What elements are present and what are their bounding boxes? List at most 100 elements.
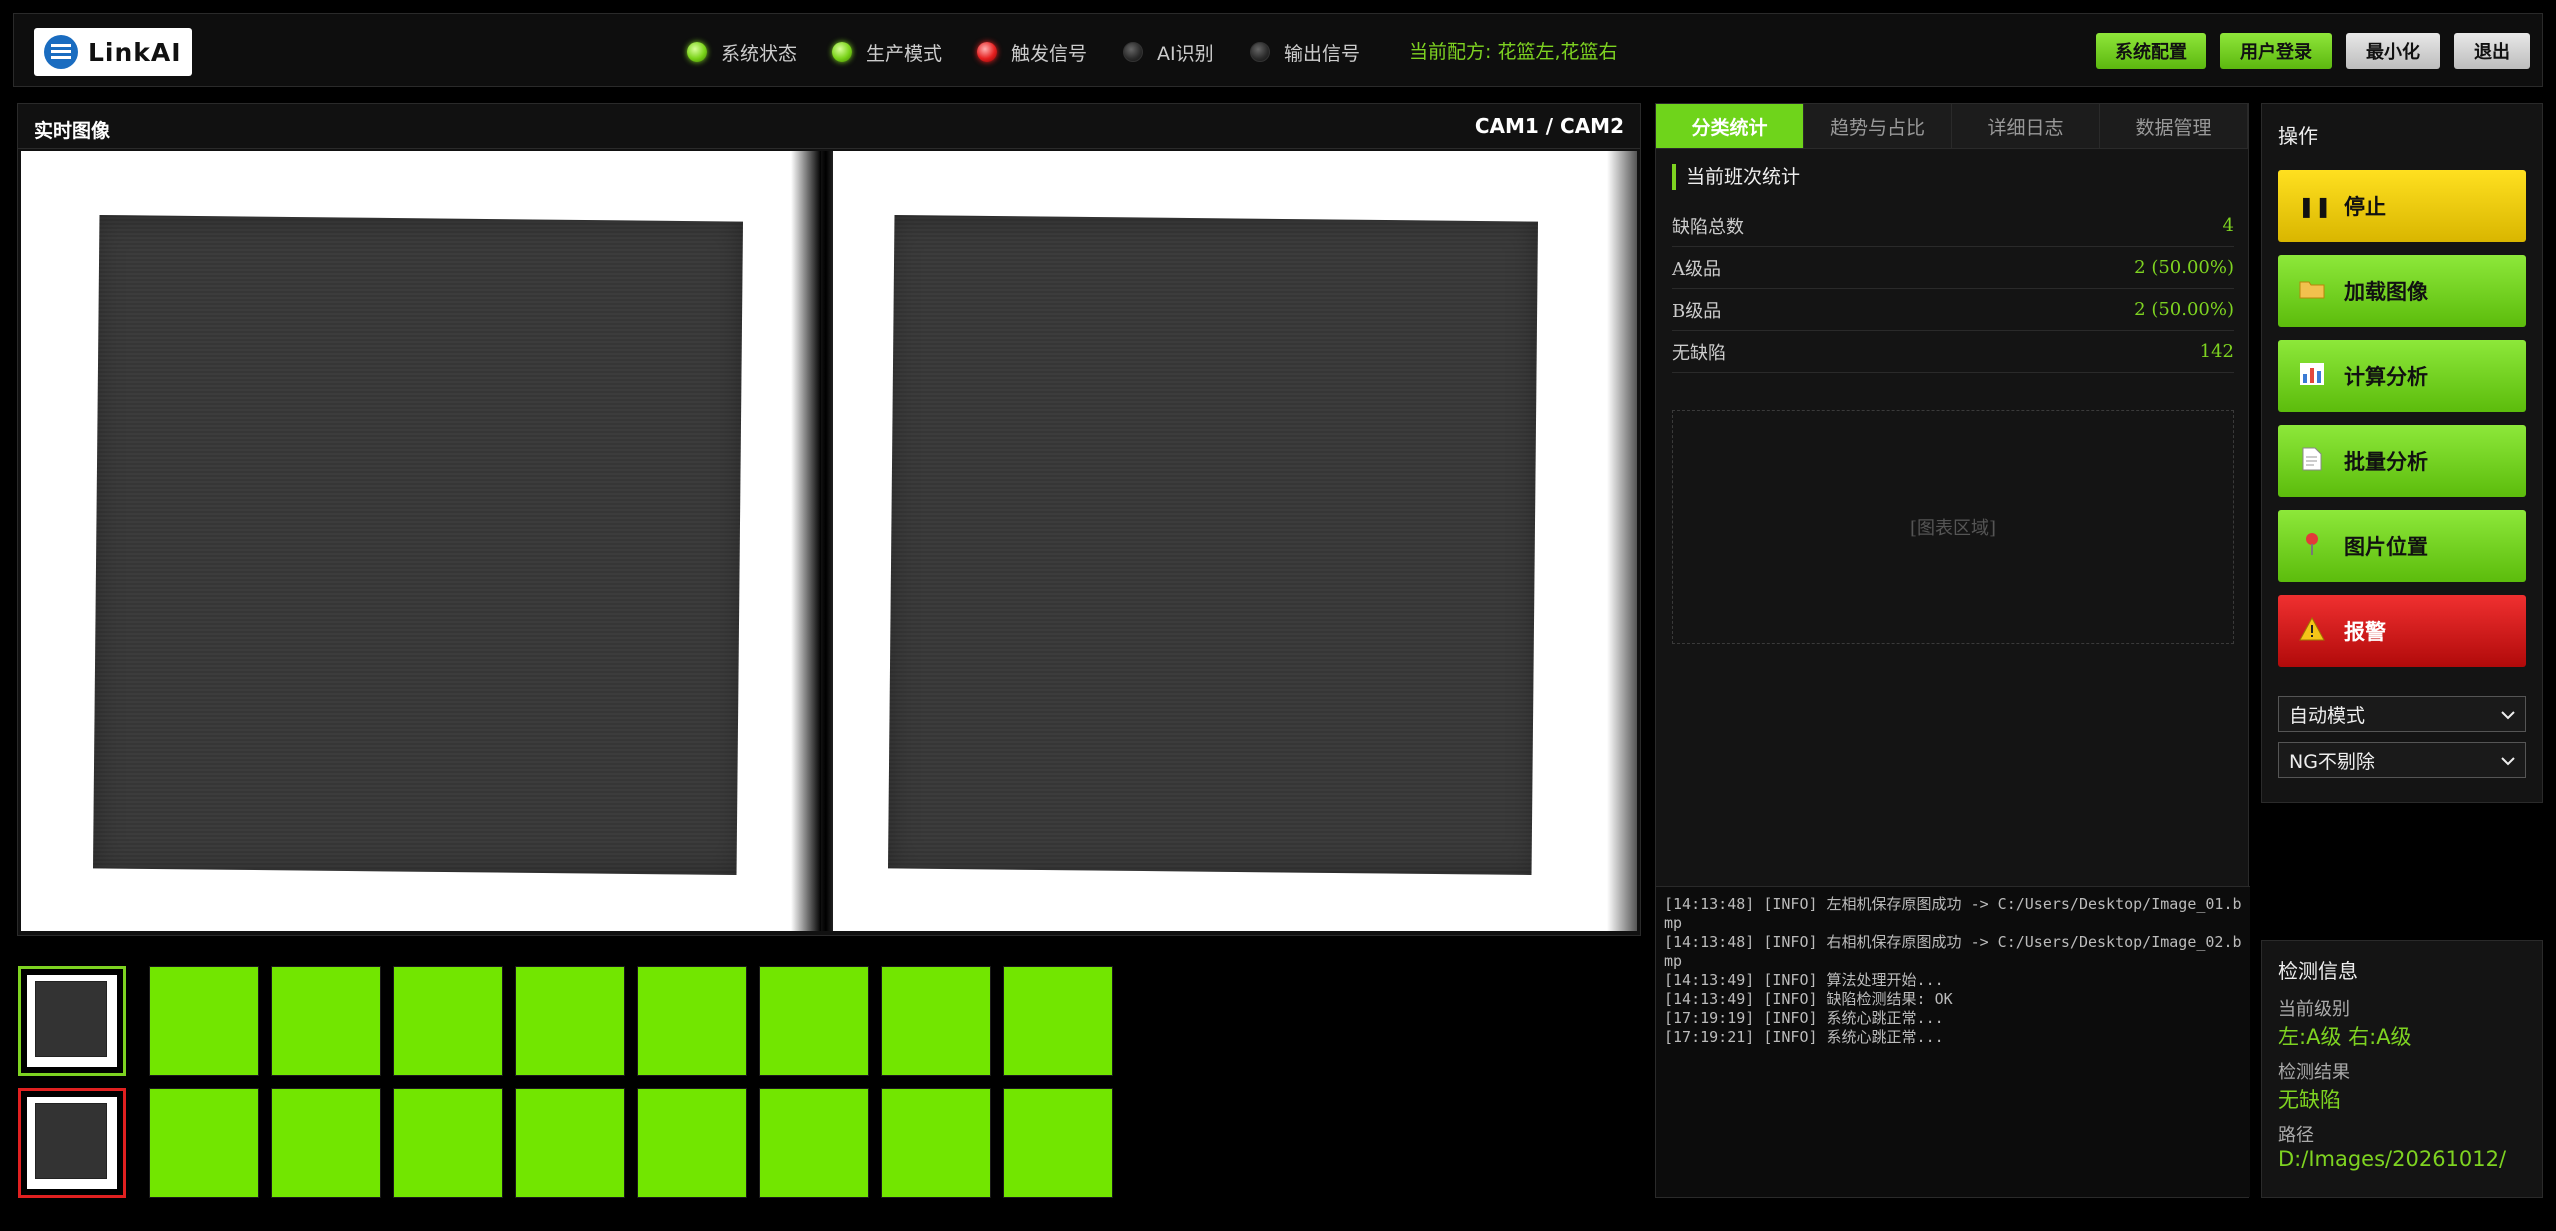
logo-text: LinkAI xyxy=(88,37,182,67)
tab-trend-ratio[interactable]: 趋势与占比 xyxy=(1804,104,1952,149)
result-tile[interactable] xyxy=(759,1088,869,1198)
exit-button[interactable]: 退出 xyxy=(2454,33,2530,69)
current-recipe: 当前配方: 花篮左,花篮右 xyxy=(1409,41,1618,63)
stat-row-grade-b: B级品 2 (50.00%) xyxy=(1672,289,2234,331)
image-panel-title: 实时图像 xyxy=(34,120,111,142)
operations-panel: 操作 ❚❚ 停止 加载图像 计算分析 批量分析 图片位置 报警 自动模式 NG不… xyxy=(2261,103,2543,803)
bar-chart-icon xyxy=(2298,362,2326,390)
indicator-production-mode: 生产模式 xyxy=(832,38,942,66)
ng-select-value: NG不剔除 xyxy=(2289,750,2375,773)
stat-row-grade-a: A级品 2 (50.00%) xyxy=(1672,247,2234,289)
compute-analysis-button[interactable]: 计算分析 xyxy=(2278,340,2526,412)
app-window: LinkAI 系统状态 生产模式 触发信号 AI识别 输出信号 当前配方: 花篮… xyxy=(0,0,2556,1231)
log-line: [14:13:48] [INFO] 右相机保存原图成功 -> C:/Users/… xyxy=(1664,933,2242,970)
indicator-trigger-signal: 触发信号 xyxy=(977,38,1087,66)
realtime-image-panel: 实时图像 CAM1 / CAM2 xyxy=(17,103,1641,936)
pause-icon: ❚❚ xyxy=(2298,194,2332,218)
result-tile[interactable] xyxy=(515,1088,625,1198)
minimize-button[interactable]: 最小化 xyxy=(2346,33,2440,69)
tab-detailed-log[interactable]: 详细日志 xyxy=(1952,104,2100,149)
indicator-ai-recognition: AI识别 xyxy=(1123,38,1214,66)
button-label: 计算分析 xyxy=(2344,365,2428,389)
result-tile[interactable] xyxy=(637,1088,747,1198)
cam2-sheet xyxy=(888,215,1538,875)
result-tile[interactable] xyxy=(1003,1088,1113,1198)
system-config-button[interactable]: 系统配置 xyxy=(2096,33,2206,69)
stats-tabs: 分类统计 趋势与占比 详细日志 数据管理 xyxy=(1656,104,2248,149)
indicator-label: 系统状态 xyxy=(721,42,798,65)
stat-label: 缺陷总数 xyxy=(1672,216,1744,238)
result-tile[interactable] xyxy=(271,966,381,1076)
log-line: [14:13:48] [INFO] 左相机保存原图成功 -> C:/Users/… xyxy=(1664,895,2242,932)
result-tile[interactable] xyxy=(393,1088,503,1198)
indicator-label: 输出信号 xyxy=(1284,42,1361,65)
chevron-down-icon xyxy=(2501,703,2515,725)
result-tile[interactable] xyxy=(759,966,869,1076)
image-panel-header: 实时图像 CAM1 / CAM2 xyxy=(18,104,1640,149)
button-label: 批量分析 xyxy=(2344,450,2428,474)
stop-button[interactable]: ❚❚ 停止 xyxy=(2278,170,2526,242)
log-console[interactable]: [14:13:48] [INFO] 左相机保存原图成功 -> C:/Users/… xyxy=(1656,886,2250,1197)
stat-value: 2 (50.00%) xyxy=(2134,257,2234,278)
section-title: 当前班次统计 xyxy=(1672,164,1800,190)
cam1-sheet xyxy=(93,215,743,875)
stat-value: 142 xyxy=(2199,341,2234,362)
stat-row-defect-total: 缺陷总数 4 xyxy=(1672,205,2234,247)
result-tile[interactable] xyxy=(881,966,991,1076)
button-label: 图片位置 xyxy=(2344,535,2428,559)
logo-icon xyxy=(44,35,78,69)
result-tile[interactable] xyxy=(393,966,503,1076)
path-value: D:/Images/20261012/ xyxy=(2278,1147,2507,1171)
path-label: 路径 xyxy=(2278,1125,2314,1146)
status-led-icon xyxy=(977,42,997,62)
status-led-icon xyxy=(1123,42,1143,62)
status-led-icon xyxy=(1250,42,1270,62)
indicator-label: 触发信号 xyxy=(1011,42,1088,65)
status-led-icon xyxy=(687,42,707,62)
thumbnail-cam1[interactable] xyxy=(18,966,126,1076)
ng-select[interactable]: NG不剔除 xyxy=(2278,742,2526,778)
tab-classification-stats[interactable]: 分类统计 xyxy=(1656,104,1804,149)
log-line: [14:13:49] [INFO] 算法处理开始... xyxy=(1664,971,1944,989)
indicator-output-signal: 输出信号 xyxy=(1250,38,1360,66)
mode-select[interactable]: 自动模式 xyxy=(2278,696,2526,732)
document-icon xyxy=(2298,447,2326,476)
result-tile[interactable] xyxy=(271,1088,381,1198)
operations-title: 操作 xyxy=(2278,124,2318,148)
batch-analysis-button[interactable]: 批量分析 xyxy=(2278,425,2526,497)
result-tile[interactable] xyxy=(1003,966,1113,1076)
thumbnail-cam2[interactable] xyxy=(18,1088,126,1198)
camera-image-view[interactable] xyxy=(21,151,1637,931)
button-label: 停止 xyxy=(2344,195,2386,219)
alarm-button[interactable]: 报警 xyxy=(2278,595,2526,667)
status-led-icon xyxy=(832,42,852,62)
stat-label: 无缺陷 xyxy=(1672,342,1726,364)
level-value: 左:A级 右:A级 xyxy=(2278,1025,2412,1049)
stat-value: 2 (50.00%) xyxy=(2134,299,2234,320)
result-tile[interactable] xyxy=(149,966,259,1076)
detection-info-panel: 检测信息 当前级别 左:A级 右:A级 检测结果 无缺陷 路径 D:/Image… xyxy=(2261,940,2543,1198)
image-location-button[interactable]: 图片位置 xyxy=(2278,510,2526,582)
button-label: 加载图像 xyxy=(2344,280,2428,304)
stat-value: 4 xyxy=(2222,215,2234,236)
indicator-label: 生产模式 xyxy=(866,42,943,65)
result-tile[interactable] xyxy=(515,966,625,1076)
log-line: [17:19:19] [INFO] 系统心跳正常... xyxy=(1664,1009,1944,1027)
user-login-button[interactable]: 用户登录 xyxy=(2220,33,2332,69)
cam1-image xyxy=(21,151,821,931)
result-tile[interactable] xyxy=(881,1088,991,1198)
result-tile[interactable] xyxy=(637,966,747,1076)
button-label: 报警 xyxy=(2344,620,2386,644)
result-tile[interactable] xyxy=(149,1088,259,1198)
pin-icon xyxy=(2298,532,2326,561)
warning-icon xyxy=(2298,616,2326,646)
result-value: 无缺陷 xyxy=(2278,1088,2341,1112)
indicator-system-status: 系统状态 xyxy=(687,38,797,66)
mode-select-value: 自动模式 xyxy=(2289,704,2366,727)
load-image-button[interactable]: 加载图像 xyxy=(2278,255,2526,327)
chart-placeholder: [图表区域] xyxy=(1672,410,2234,644)
chevron-down-icon xyxy=(2501,749,2515,771)
tab-data-management[interactable]: 数据管理 xyxy=(2100,104,2248,149)
stat-label: B级品 xyxy=(1672,300,1722,322)
level-label: 当前级别 xyxy=(2278,999,2350,1020)
